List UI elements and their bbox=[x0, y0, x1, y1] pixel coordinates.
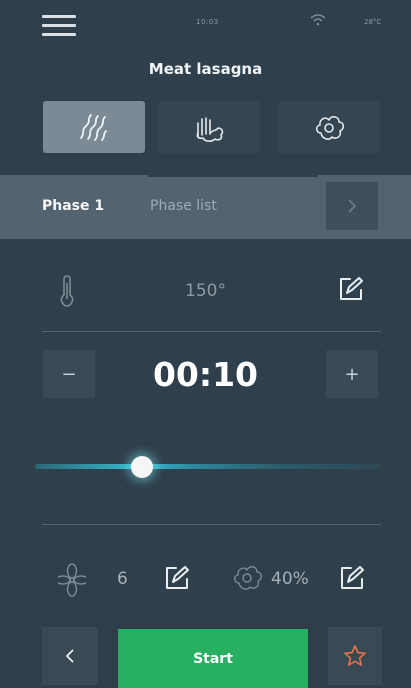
current-phase-label[interactable]: Phase 1 bbox=[42, 198, 104, 214]
status-time: 10:03 bbox=[196, 18, 219, 26]
recipe-title: Meat lasagna bbox=[148, 60, 263, 78]
time-slider-thumb[interactable] bbox=[130, 456, 153, 478]
mode-steam-button[interactable] bbox=[278, 101, 380, 153]
hamburger-menu-icon[interactable] bbox=[42, 15, 76, 37]
status-bar: 10:03 28°C bbox=[0, 0, 411, 42]
humidity-cloud-icon bbox=[234, 566, 262, 590]
edit-fan-icon[interactable] bbox=[164, 565, 190, 591]
cloud-icon bbox=[315, 116, 345, 140]
fan-speed-value: 6 bbox=[117, 569, 128, 589]
start-button[interactable]: Start bbox=[118, 629, 308, 688]
mode-convection-button[interactable] bbox=[43, 101, 145, 153]
chevron-right-icon bbox=[348, 199, 357, 213]
phase-list-label[interactable]: Phase list bbox=[150, 198, 217, 214]
star-icon bbox=[344, 645, 366, 666]
hand-cloud-icon bbox=[196, 117, 224, 142]
back-button[interactable] bbox=[42, 627, 98, 685]
divider bbox=[42, 524, 381, 525]
favorite-button[interactable] bbox=[328, 627, 382, 685]
chevron-left-icon bbox=[65, 649, 74, 663]
mode-steam-convection-button[interactable] bbox=[158, 101, 260, 153]
wifi-icon bbox=[310, 14, 326, 26]
time-slider-track[interactable] bbox=[35, 464, 380, 469]
phase-next-button[interactable] bbox=[326, 182, 378, 230]
divider bbox=[42, 331, 381, 332]
status-temperature: 28°C bbox=[364, 18, 382, 26]
edit-humidity-icon[interactable] bbox=[339, 565, 365, 591]
heat-waves-icon bbox=[80, 114, 107, 141]
fan-icon bbox=[58, 563, 86, 597]
humidity-value: 40% bbox=[271, 569, 309, 589]
increase-time-button[interactable]: + bbox=[326, 350, 378, 398]
edit-temperature-icon[interactable] bbox=[338, 276, 364, 302]
phase-tab-indicator bbox=[148, 175, 318, 177]
